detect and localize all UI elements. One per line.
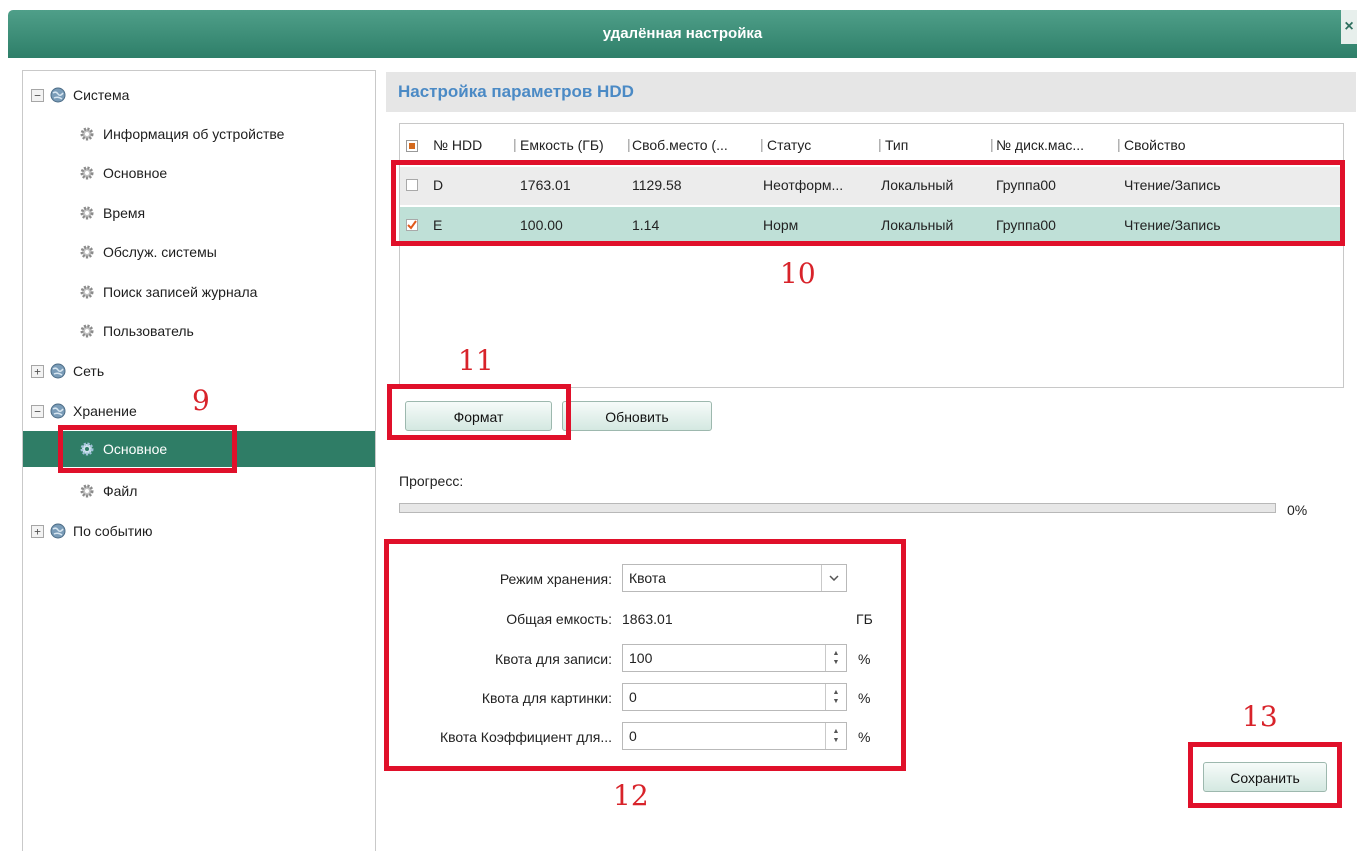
annotation-number-13: 13 [1242,700,1278,733]
tree-item-time[interactable]: Время [79,199,145,227]
gear-icon [80,484,94,498]
column-header[interactable]: Свойство [1124,137,1284,153]
tree-item-label: Время [103,205,146,221]
gear-icon [80,285,94,299]
tree-item-label: Файл [103,483,138,499]
section-title: Настройка параметров HDD [386,72,1356,112]
column-separator: | [760,136,764,152]
table-header: № HDD | Емкость (ГБ) | Своб.место (... |… [400,124,1343,164]
tree-item-label: Пользователь [103,323,194,339]
gear-icon [80,245,94,259]
tree-node-event[interactable]: + По событию [31,517,153,545]
tree-item-label: Основное [103,165,168,181]
tree-node-network[interactable]: + Сеть [31,357,104,385]
collapse-icon[interactable]: − [31,404,44,418]
tree-item-user[interactable]: Пользователь [79,317,194,345]
annotation-number-11: 11 [458,344,494,377]
expand-icon[interactable]: + [31,364,44,378]
column-header[interactable]: Тип [885,137,985,153]
tree-item-device-info[interactable]: Информация об устройстве [79,120,284,148]
close-button[interactable]: × [1341,10,1357,44]
column-separator: | [513,136,517,152]
annotation-box-12 [384,539,906,771]
tree-item-label: Поиск записей журнала [103,284,258,300]
globe-icon [50,363,66,379]
annotation-box-13 [1188,742,1342,808]
window-title: удалённая настройка [602,25,763,42]
column-separator: | [1117,136,1121,152]
column-header[interactable]: Статус [767,137,877,153]
refresh-button[interactable]: Обновить [562,401,712,431]
tree-item-file[interactable]: Файл [79,477,137,505]
window-titlebar: удалённая настройка [8,10,1357,58]
tree-item-label: Обслуж. системы [103,244,217,260]
tree-label-system: Система [73,87,130,103]
progress-value: 0% [1287,502,1308,518]
annotation-number-12: 12 [613,779,649,812]
annotation-number-9: 9 [192,384,210,417]
globe-icon [50,403,66,419]
annotation-box-11 [387,384,571,440]
gear-icon [80,206,94,220]
gear-icon [80,127,94,141]
column-separator: | [627,136,631,152]
column-separator: | [878,136,882,152]
tree-label-storage: Хранение [73,403,137,419]
column-header[interactable]: № HDD [433,137,513,153]
close-icon: × [1344,18,1354,35]
expand-icon[interactable]: + [31,524,44,538]
gear-icon [80,324,94,338]
tree-node-system[interactable]: − Система [31,81,129,109]
tree-node-storage[interactable]: − Хранение [31,397,137,425]
collapse-icon[interactable]: − [31,88,44,102]
column-header[interactable]: Своб.место (... [632,137,754,153]
annotation-box-9 [58,425,237,473]
column-header[interactable]: Емкость (ГБ) [520,137,632,153]
progress-label: Прогресс: [399,473,464,489]
tree-item-basic[interactable]: Основное [79,159,167,187]
tree-item-log-search[interactable]: Поиск записей журнала [79,278,257,306]
tree-item-label: Информация об устройстве [103,126,285,142]
globe-icon [50,87,66,103]
progress-bar [399,503,1276,513]
column-separator: | [990,136,994,152]
select-all-checkbox[interactable] [406,140,418,152]
globe-icon [50,523,66,539]
column-header[interactable]: № диск.мас... [996,137,1114,153]
annotation-number-10: 10 [780,257,816,290]
annotation-box-10 [391,160,1345,246]
tree-label-network: Сеть [73,363,105,379]
tree-label-event: По событию [73,523,153,539]
gear-icon [80,166,94,180]
tree-item-maintenance[interactable]: Обслуж. системы [79,238,217,266]
